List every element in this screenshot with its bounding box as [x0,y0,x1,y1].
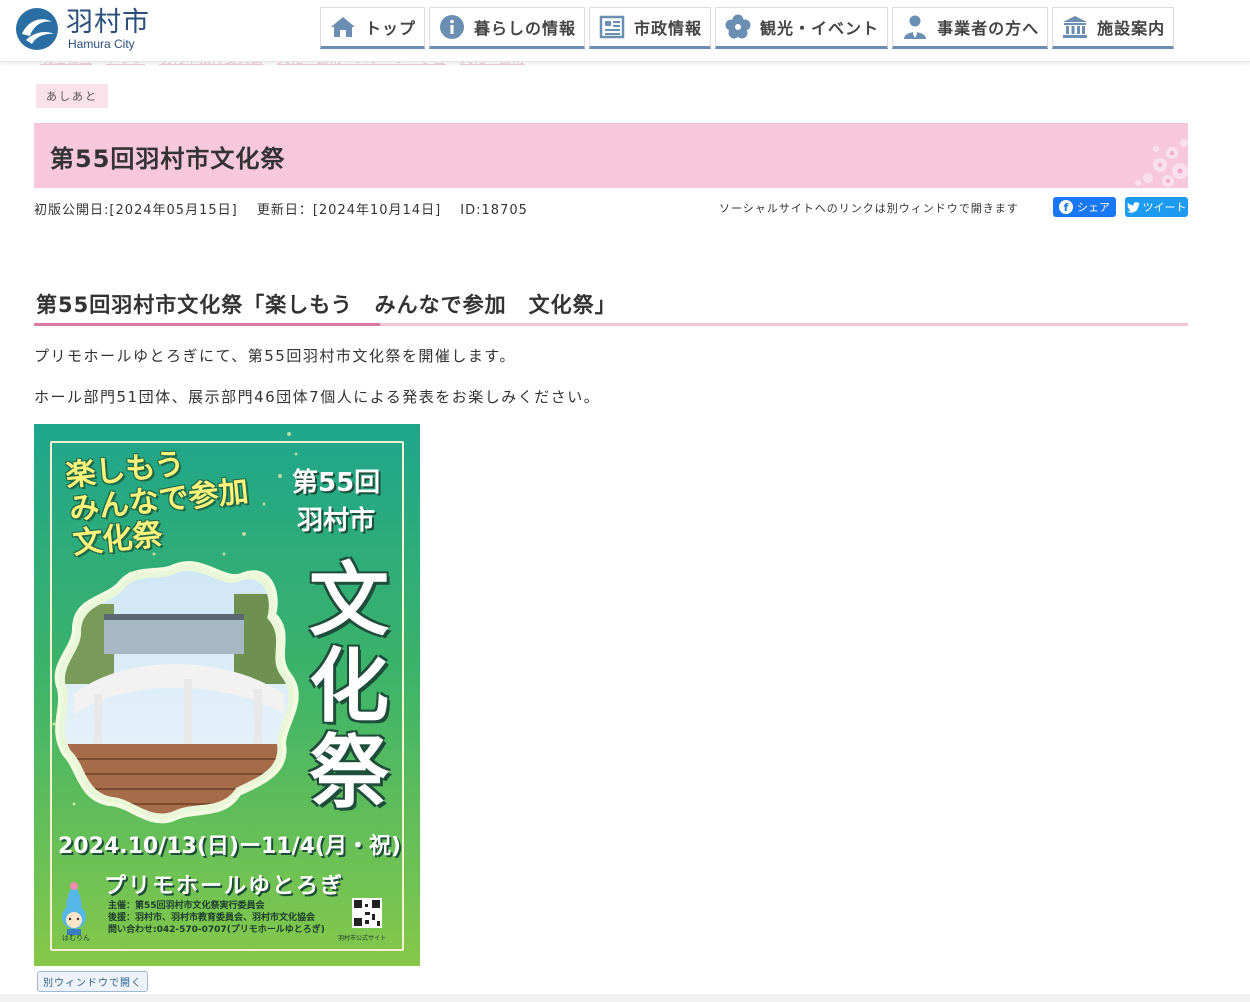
twitter-tweet-button[interactable]: ツイート [1125,197,1188,217]
page-bottom-edge [0,994,1250,1002]
poster-organizer-info: 主催：第55回羽村市文化祭実行委員会 後援：羽村市、羽村市教育委員会、羽村市文化… [108,900,325,936]
site-header: 羽村市 Hamura City トップ 暮らしの情報 市政情報 観光・イベント … [0,0,1250,62]
poster-venue: プリモホールゆとろぎ [104,874,345,899]
facebook-icon: f [1059,200,1073,214]
logo-japanese-name: 羽村市 [66,7,150,38]
person-icon [901,13,929,41]
facebook-share-label: シェア [1077,201,1110,214]
nav-item-label: 施設案内 [1097,19,1166,38]
nav-item-label: トップ [365,19,417,38]
heading-underline-accent [34,323,380,326]
poster-info-line: 主催：第55回羽村市文化祭実行委員会 [108,901,265,911]
site-logo[interactable]: 羽村市 Hamura City [14,6,150,52]
info-icon [438,13,466,41]
poster-big-char: 祭 [309,726,389,819]
nav-item-tourism[interactable]: 観光・イベント [715,7,889,49]
flower-icon [724,13,752,41]
building-icon [1061,13,1089,41]
published-date: 初版公開日:[2024年05月15日] [34,203,238,218]
footprint-tag[interactable]: あしあと [36,84,108,108]
poster-edition: 第55回 羽村市 [292,464,380,540]
poster-qr-caption: 羽村市公式サイト [338,935,387,942]
global-nav: トップ 暮らしの情報 市政情報 観光・イベント 事業者の方へ 施設案内 [320,7,1175,49]
home-icon [329,13,357,41]
logo-english-name: Hamura City [68,37,135,51]
page-meta: 初版公開日:[2024年05月15日] 更新日：[2024年10月14日] ID… [34,199,542,218]
nav-item-city-admin[interactable]: 市政情報 [589,7,712,49]
nav-item-label: 事業者の方へ [937,19,1040,38]
poster-slogan: 楽しもう みんなで参加 文化祭 [64,441,254,562]
open-new-window-link[interactable]: 別ウィンドウで開く [37,971,148,992]
poster-info-line: 問い合わせ:042-570-0707(プリモホールゆとろぎ) [108,925,325,935]
nav-item-top[interactable]: トップ [320,7,426,49]
twitter-tweet-label: ツイート [1142,201,1187,214]
page-title-bar: 第55回羽村市文化祭 [34,123,1188,188]
poster-info-line: 後援：羽村市、羽村市教育委員会、羽村市文化協会 [108,913,316,923]
nav-item-label: 観光・イベント [760,19,880,38]
poster-mascot-name: はむりん [62,934,90,942]
city-emblem-icon [16,8,58,50]
poster-big-char: 化 [309,640,389,733]
updated-date: 更新日：[2024年10月14日] [256,203,442,218]
poster-edition-line: 第55回 [292,468,381,498]
cherry-blossom-decoration [1135,139,1188,187]
social-link-note: ソーシャルサイトへのリンクは別ウィンドウで開きます [719,202,1019,215]
nav-item-business[interactable]: 事業者の方へ [892,7,1049,49]
twitter-bird-icon [1126,201,1140,213]
poster-big-title: 文 化 祭 [304,558,394,816]
page-id: ID:18705 [460,203,528,218]
festival-poster-image[interactable]: 楽しもう みんなで参加 文化祭 第55回 羽村市 文 化 祭 2024.10/1… [34,424,420,966]
nav-item-living[interactable]: 暮らしの情報 [429,7,586,49]
newspaper-icon [598,13,626,41]
poster-date: 2024.10/13(日)ー11/4(月・祝) [58,834,402,859]
poster-big-char: 文 [309,554,389,647]
nav-item-label: 暮らしの情報 [474,19,577,38]
poster-edition-line: 羽村市 [297,506,376,536]
page-title: 第55回羽村市文化祭 [50,145,286,173]
article-paragraph: プリモホールゆとろぎにて、第55回羽村市文化祭を開催します。 [34,347,516,365]
article-paragraph: ホール部門51団体、展示部門46団体7個人による発表をお楽しみください。 [34,388,601,406]
nav-item-label: 市政情報 [634,19,703,38]
facebook-share-button[interactable]: f シェア [1053,197,1116,217]
nav-item-facilities[interactable]: 施設案内 [1052,7,1175,49]
article-heading: 第55回羽村市文化祭「楽しもう みんなで参加 文化祭」 [36,293,617,317]
